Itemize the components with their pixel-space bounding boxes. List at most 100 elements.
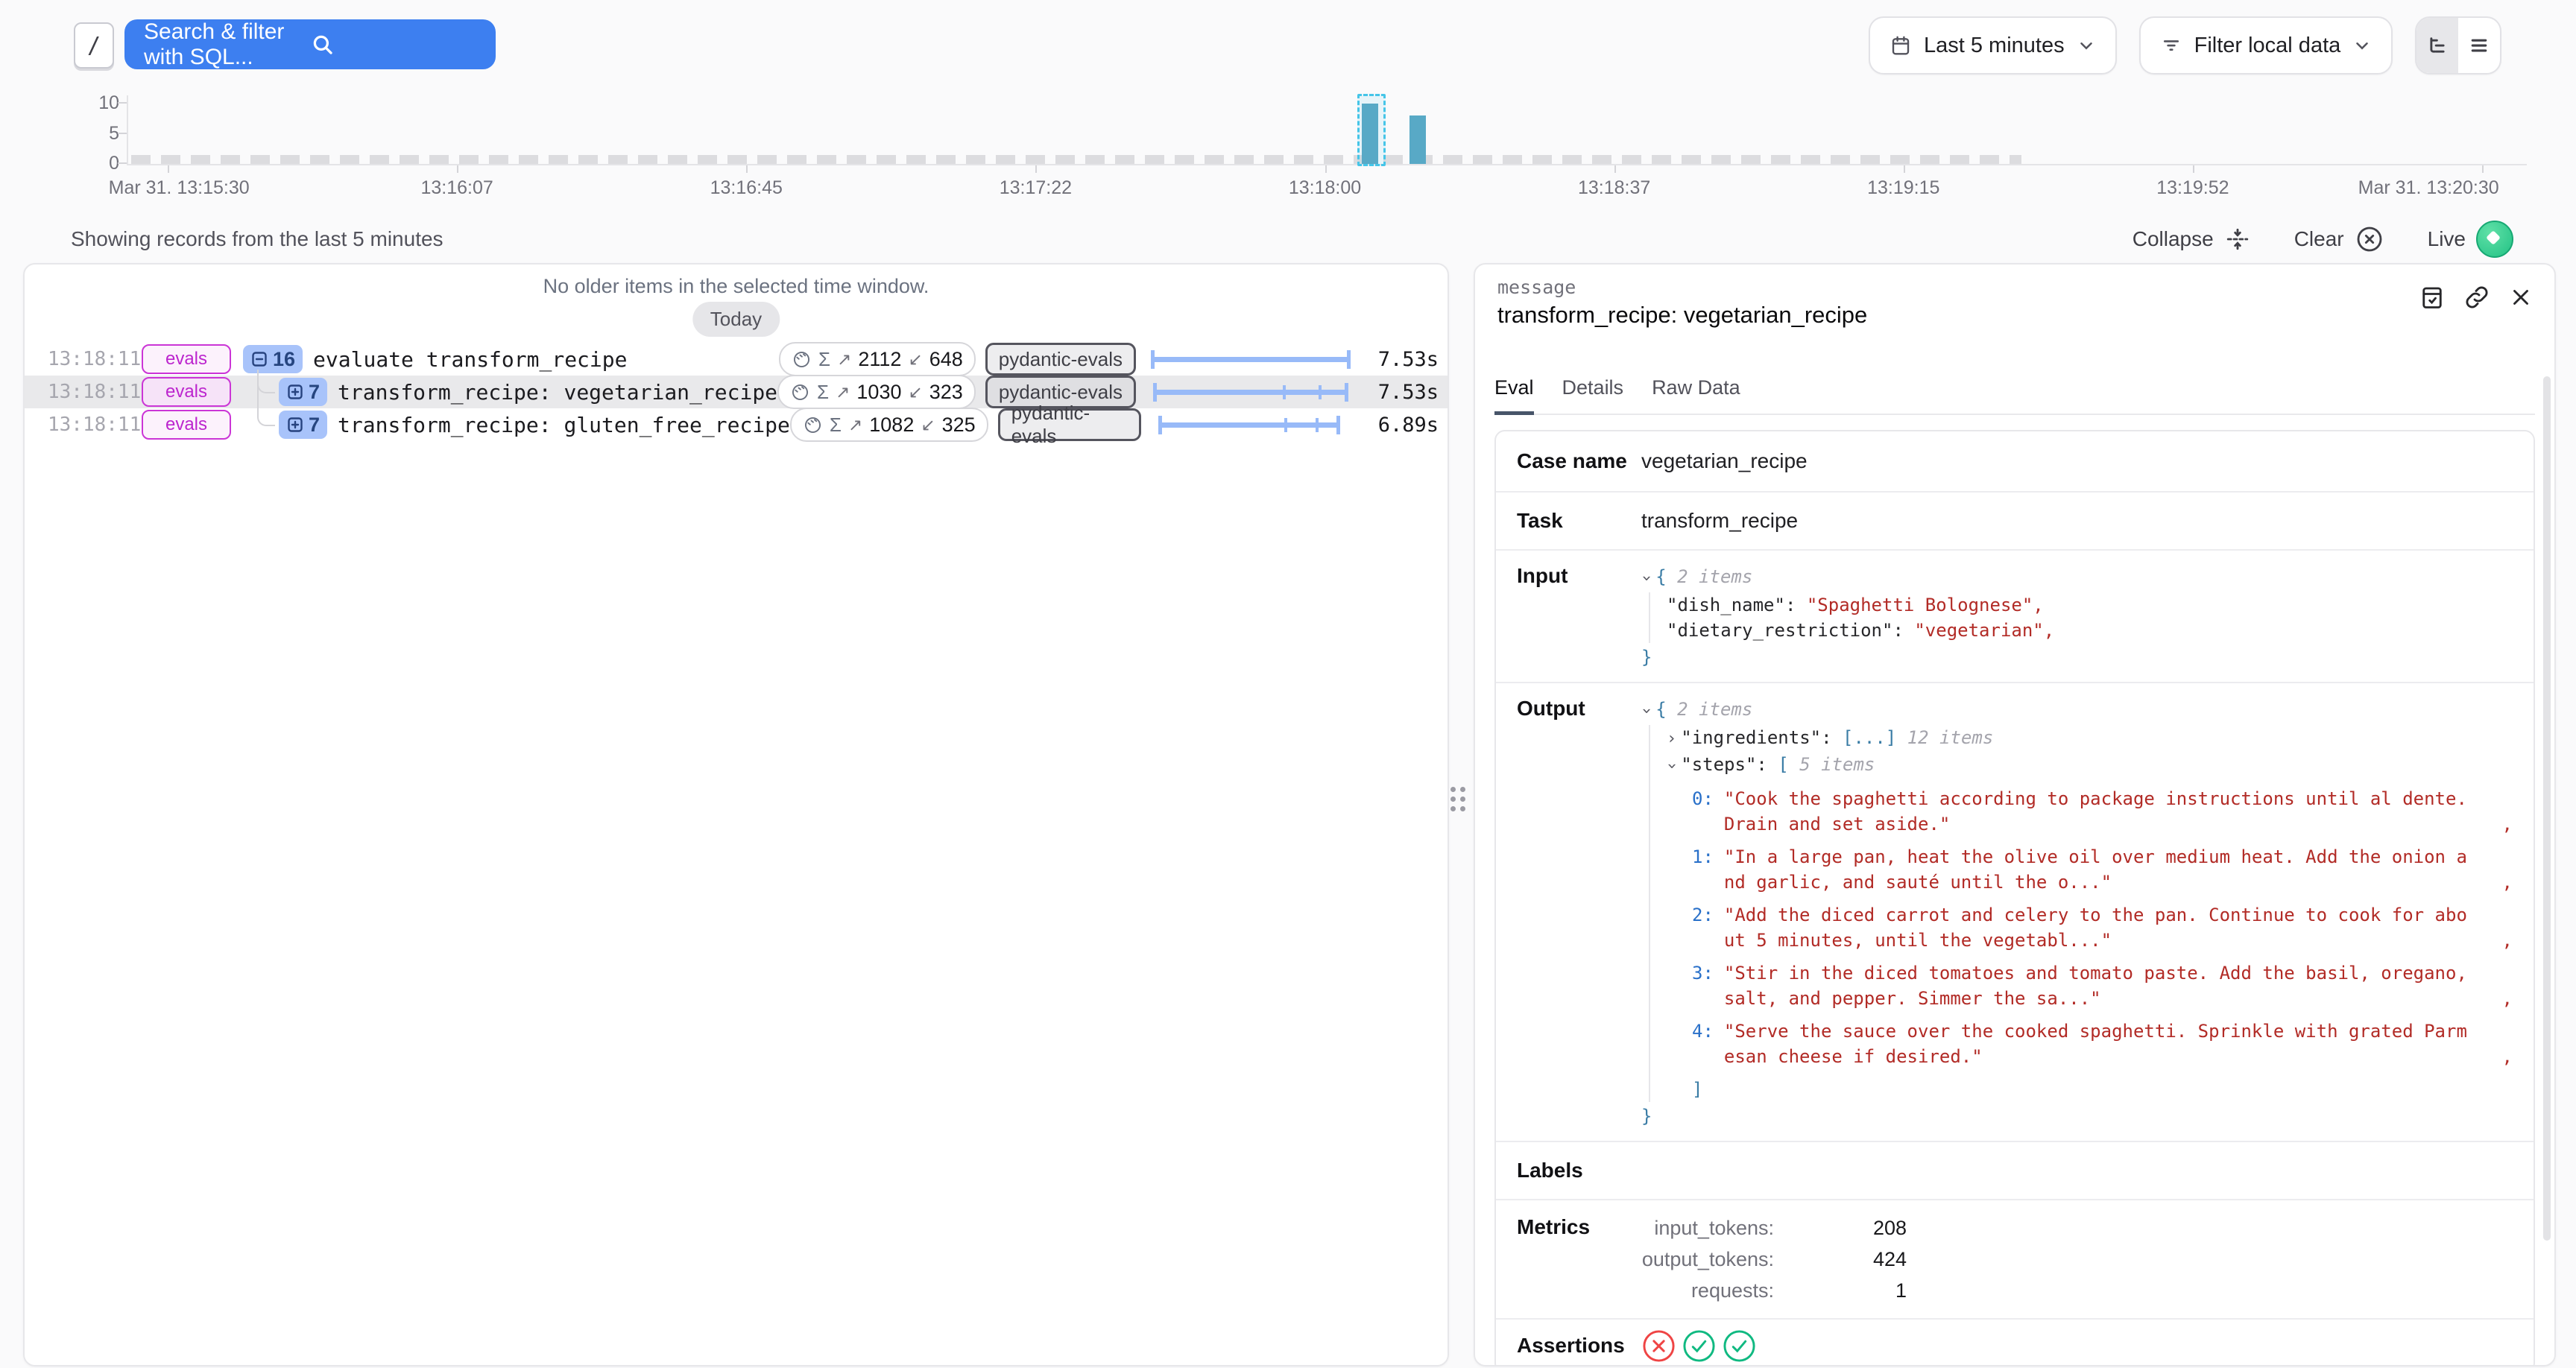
json-string-value: "Serve the sauce over the cooked spaghet…	[1724, 1019, 2471, 1069]
json-children: "dish_name": "Spaghetti Bolognese","diet…	[1649, 592, 2513, 643]
search-icon	[310, 32, 476, 57]
metric-value: 208	[1774, 1212, 1907, 1244]
list-view-toggle[interactable]	[2458, 18, 2500, 73]
collapse-chevron-icon[interactable]: ›	[1659, 761, 1685, 770]
live-toggle[interactable]: Live	[2428, 221, 2513, 258]
chart-y-tick	[118, 162, 127, 164]
eval-fields-card: Case name vegetarian_recipe Task transfo…	[1494, 430, 2535, 1367]
tree-connector	[257, 370, 275, 426]
json-open-bracket: [	[1778, 754, 1799, 775]
link-icon[interactable]	[2463, 284, 2490, 311]
duration-bar-cap	[1151, 350, 1155, 369]
chart-y-tick-label: 0	[45, 153, 119, 174]
collapse-chevron-icon[interactable]: ›	[1634, 706, 1659, 715]
calendar-icon	[1890, 34, 1912, 57]
live-indicator-icon	[2476, 221, 2513, 258]
tokens-output-count: 323	[929, 381, 963, 404]
token-usage-pill: Σ↗1082↙325	[790, 408, 988, 442]
span-count: 7	[309, 381, 320, 404]
json-steps-children: 0:"Cook the spaghetti according to packa…	[1674, 786, 2513, 1102]
duration-text: 7.53s	[1351, 381, 1439, 404]
trace-row[interactable]: 13:18:11evals7transform_recipe: vegetari…	[25, 376, 1448, 408]
tokens-down-arrow-icon: ↙	[908, 382, 922, 402]
span-count-toggle[interactable]: 7	[279, 411, 327, 439]
assertions-label: Assertions	[1517, 1334, 1641, 1358]
task-row: Task transform_recipe	[1496, 493, 2534, 551]
collapse-label: Collapse	[2133, 227, 2214, 251]
chart-x-tick	[1035, 165, 1037, 173]
json-string-value: "In a large pan, heat the olive oil over…	[1724, 844, 2471, 895]
token-coin-icon	[792, 349, 812, 370]
json-close-bracket: ]	[1692, 1077, 2513, 1102]
json-items-note: 2 items	[1677, 566, 1752, 587]
archive-check-icon[interactable]	[2419, 284, 2446, 311]
time-range-button[interactable]: Last 5 minutes	[1869, 16, 2117, 75]
tab-details[interactable]: Details	[1562, 376, 1624, 414]
trace-row[interactable]: 13:18:11evals16evaluate transform_recipe…	[25, 343, 1448, 376]
row-right-cluster: Σ↗2112↙648pydantic-evals7.53s	[779, 342, 1448, 376]
span-count-toggle[interactable]: 7	[279, 378, 327, 406]
chart-bar[interactable]	[1362, 104, 1378, 164]
json-entry: "dietary_restriction": "vegetarian",	[1667, 618, 2513, 643]
tab-raw-data[interactable]: Raw Data	[1652, 376, 1740, 414]
duration-text: 6.89s	[1356, 414, 1439, 437]
json-key: "dish_name"	[1667, 595, 1785, 615]
tag-pill-evals[interactable]: evals	[142, 410, 231, 440]
service-badge[interactable]: pydantic-evals	[985, 343, 1136, 376]
assertion-fail-icon[interactable]	[1641, 1329, 1676, 1364]
slash-shortcut-key[interactable]: /	[74, 22, 114, 69]
chart-x-tick	[2193, 165, 2194, 173]
tag-pill-evals[interactable]: evals	[142, 344, 231, 374]
chart-x-tick	[1325, 165, 1327, 173]
filter-local-data-button[interactable]: Filter local data	[2139, 16, 2393, 75]
token-usage-pill: Σ↗1030↙323	[777, 375, 976, 409]
json-key: "dietary_restriction"	[1667, 620, 1892, 641]
json-comma: ,	[2502, 928, 2513, 953]
json-items-note: 12 items	[1907, 727, 1994, 748]
collapse-icon	[2224, 226, 2251, 253]
json-collapsed-array: [...]	[1843, 727, 1907, 748]
sigma-icon: Σ	[818, 348, 830, 371]
assertion-pass-icon[interactable]	[1682, 1329, 1717, 1364]
json-key: "steps"	[1681, 754, 1756, 775]
duration-bar	[1156, 408, 1356, 441]
close-icon[interactable]	[2508, 285, 2534, 310]
chart-x-tick-label: 13:16:45	[710, 177, 783, 199]
duration-bar-cap	[1345, 383, 1348, 402]
duration-bar-cap	[1153, 383, 1157, 402]
duration-bar-tick	[1319, 385, 1322, 399]
tab-eval[interactable]: Eval	[1494, 376, 1534, 415]
duration-bar-cap	[1347, 350, 1351, 369]
detail-tabs: Eval Details Raw Data	[1494, 376, 2535, 415]
panel-resize-handle[interactable]	[1450, 787, 1465, 811]
clear-icon	[2355, 224, 2384, 254]
output-json-viewer: ›{ 2 items›"ingredients": [...] 12 items…	[1641, 697, 2513, 1129]
collapse-button[interactable]: Collapse	[2133, 226, 2251, 253]
tag-pill-evals[interactable]: evals	[142, 377, 231, 407]
tree-view-toggle[interactable]	[2416, 18, 2458, 73]
metrics-label: Metrics	[1517, 1212, 1641, 1239]
detail-scrollbar[interactable]	[2543, 376, 2551, 1241]
trace-row[interactable]: 13:18:11evals7transform_recipe: gluten_f…	[25, 408, 1448, 441]
json-step-item: 3:"Stir in the diced tomatoes and tomato…	[1692, 960, 2513, 1011]
chart-bar-selection[interactable]	[1357, 94, 1386, 166]
labels-label: Labels	[1517, 1159, 1641, 1182]
service-badge[interactable]: pydantic-evals	[998, 408, 1141, 441]
json-array-index: 2:	[1692, 902, 1714, 953]
collapse-chevron-icon[interactable]: ›	[1634, 573, 1659, 583]
clear-button[interactable]: Clear	[2294, 224, 2384, 254]
tokens-up-arrow-icon: ↗	[848, 415, 862, 435]
span-name: transform_recipe: gluten_free_recipe	[338, 413, 790, 437]
chevron-down-icon	[2077, 36, 2096, 55]
expand-chevron-icon[interactable]: ›	[1667, 726, 1676, 752]
json-comma: ,	[2033, 595, 2043, 615]
search-input[interactable]: Search & filter with SQL...	[124, 19, 496, 69]
filter-icon	[2160, 34, 2182, 57]
metric-row: requests:1	[1641, 1275, 2513, 1306]
span-kind-label: message	[1497, 276, 1576, 298]
chart-x-tick	[746, 165, 748, 173]
chart-bar[interactable]	[1409, 115, 1426, 164]
json-close-brace: }	[1641, 1103, 2513, 1129]
assertion-pass-icon[interactable]	[1722, 1329, 1757, 1364]
trace-rows: 13:18:11evals16evaluate transform_recipe…	[25, 343, 1448, 441]
